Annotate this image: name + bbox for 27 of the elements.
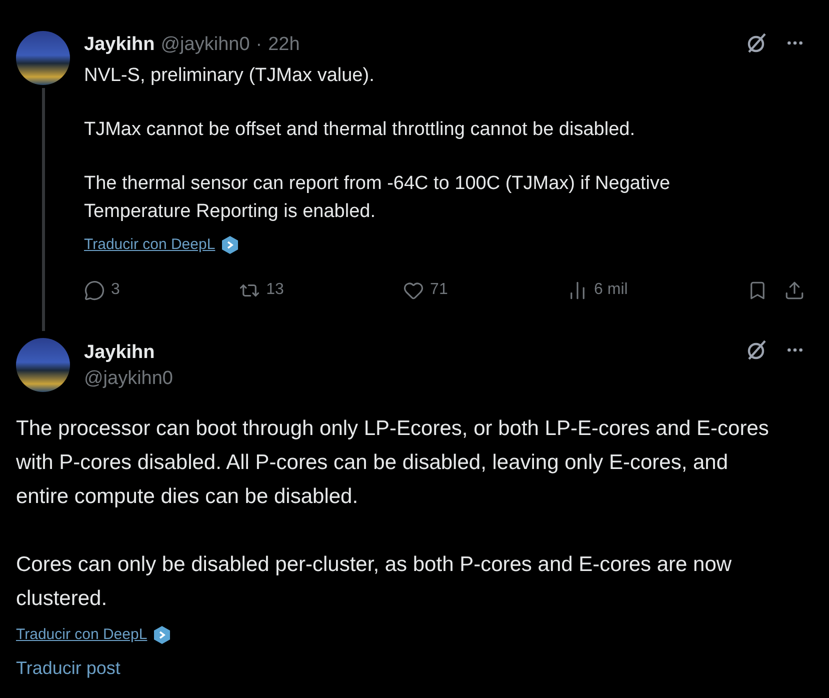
author-name[interactable]: Jaykihn <box>84 31 155 60</box>
post-text: The processor can boot through only LP-Ecores, or both LP-E-cores and E-cores with P-cores disabled. All P-cores can be disabled, leaving only E-cores, and entire compute dies can be disabled. <box>16 416 770 510</box>
speech-bubble-icon <box>84 280 105 300</box>
share-icon[interactable] <box>784 280 805 300</box>
author-handle[interactable]: @jaykihn0 <box>160 31 250 60</box>
avatar-image[interactable] <box>16 31 70 85</box>
deepl-icon <box>221 234 240 255</box>
reply-button[interactable]: 3 <box>84 278 120 302</box>
translate-post-link[interactable]: Traducir post <box>16 654 120 682</box>
slashed-circle-icon[interactable] <box>745 338 769 362</box>
post-text: NVL-S, preliminary (TJMax value). <box>84 64 376 88</box>
post-text: TJMax cannot be offset and thermal throttling cannot be disabled. <box>84 118 636 142</box>
post-text: The thermal sensor can report from -64C to 100C (TJMax) if Negative Temperature Reporting is enabled. <box>84 172 672 224</box>
like-button[interactable]: 71 <box>403 278 448 302</box>
heart-icon <box>403 280 424 300</box>
repost-button[interactable]: 13 <box>239 278 284 302</box>
avatar-image[interactable] <box>16 338 70 392</box>
author-handle[interactable]: @jaykihn0 <box>84 366 173 392</box>
views-button[interactable]: 6 mil <box>567 278 628 302</box>
post-time[interactable]: 22h <box>268 31 300 60</box>
slashed-circle-icon[interactable] <box>745 31 769 55</box>
translate-link[interactable]: Traducir con DeepL <box>16 624 148 646</box>
author-name[interactable]: Jaykihn <box>84 340 155 366</box>
translate-link[interactable]: Traducir con DeepL <box>84 234 216 256</box>
separator-dot: · <box>256 33 262 57</box>
deepl-icon <box>153 625 172 646</box>
post-text: Cores can only be disabled per-cluster, as both P-cores and E-cores are now clustered. <box>16 552 733 612</box>
